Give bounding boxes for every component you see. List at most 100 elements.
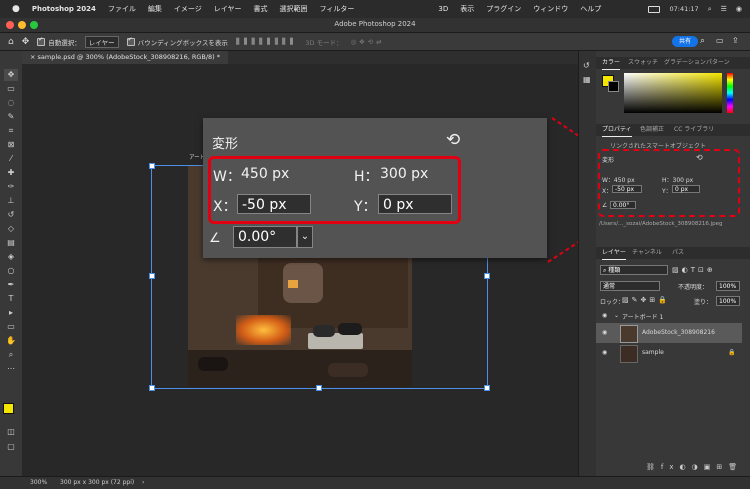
align-icons[interactable]: ⫼⫼⫼⫼⫼⫼⫼⫼ [236,37,297,47]
visibility-eye-icon[interactable]: ◉ [602,349,607,356]
hue-slider[interactable] [727,73,733,113]
menu-type[interactable]: 書式 [254,4,268,14]
tab-adjustments[interactable]: 色調補正 [640,124,664,136]
path-select-tool-icon[interactable]: ▸ [4,307,18,319]
siri-icon[interactable]: ◉ [736,5,742,13]
close-tab-icon[interactable]: × [30,53,35,61]
x-field[interactable]: -50 px [237,194,311,214]
layer-filter-select[interactable]: ⌕ 種類 [600,265,668,275]
angle-dropdown-icon[interactable]: ⌄ [297,226,313,248]
properties-x-field[interactable]: -50 px [612,185,642,193]
tab-properties[interactable]: プロパティ [602,124,632,137]
battery-icon[interactable] [648,5,661,13]
foreground-color-swatch[interactable] [3,403,14,414]
menu-view[interactable]: 表示 [460,4,474,14]
eyedropper-tool-icon[interactable]: ⁄ [4,153,18,165]
tab-cc-libraries[interactable]: CC ライブラリ [674,124,714,136]
history-brush-tool-icon[interactable]: ↺ [4,209,18,221]
menu-help[interactable]: ヘルプ [580,4,601,14]
eraser-tool-icon[interactable]: ◇ [4,223,18,235]
opacity-field[interactable]: 100% [716,281,740,291]
share-button[interactable]: 共有 [672,36,698,47]
angle-field[interactable]: 0.00° [233,226,297,248]
handle-bottom-left[interactable] [149,385,155,391]
workspace-icon[interactable]: ▭ [716,36,724,45]
menu-image[interactable]: イメージ [174,4,202,14]
app-menu[interactable]: Photoshop 2024 [32,5,96,13]
layer-filter-icons[interactable]: ▨◐T⊡⊕ [672,266,716,274]
lock-icons[interactable]: ▨✎✥⊞🔒 [622,296,670,304]
chevron-right-icon[interactable]: › [142,479,144,486]
more-tools-icon[interactable]: ⋯ [4,363,18,375]
pen-tool-icon[interactable]: ✒ [4,279,18,291]
search-icon[interactable]: ⌕ [708,5,712,14]
y-field[interactable]: 0 px [378,194,452,214]
tab-swatches[interactable]: スウォッチ [628,57,658,69]
tab-paths[interactable]: パス [672,247,684,259]
reset-transform-icon[interactable]: ⟲ [446,130,460,150]
w-value[interactable]: 450 px [241,166,289,182]
tab-gradients[interactable]: グラデーション [664,57,706,69]
tab-patterns[interactable]: パターン [706,57,730,69]
gradient-tool-icon[interactable]: ▤ [4,237,18,249]
menu-layer[interactable]: レイヤー [214,4,242,14]
layer-row-adobestock[interactable]: ◉ AdobeStock_308908216 [596,323,742,343]
frame-tool-icon[interactable]: ⊠ [4,139,18,151]
share-icon[interactable]: ⇪ [732,36,739,45]
lasso-tool-icon[interactable]: ◌ [4,97,18,109]
menu-file[interactable]: ファイル [108,4,136,14]
menu-edit[interactable]: 編集 [148,4,162,14]
type-tool-icon[interactable]: T [4,293,18,305]
fill-field[interactable]: 100% [716,296,740,306]
rectangle-tool-icon[interactable]: ▭ [4,321,18,333]
hand-tool-icon[interactable]: ✋ [4,335,18,347]
handle-middle-left[interactable] [149,273,155,279]
chevron-down-icon[interactable]: ⌄ [614,312,619,319]
menu-plugins[interactable]: プラグイン [486,4,521,14]
move-tool-preset-icon[interactable]: ✥ [22,37,30,47]
quick-mask-icon[interactable]: ◫ [4,426,18,438]
crop-tool-icon[interactable]: ⌗ [4,125,18,137]
document-info[interactable]: 300 px x 300 px (72 ppi) [60,479,134,486]
visibility-eye-icon[interactable]: ◉ [602,312,607,319]
healing-tool-icon[interactable]: ✚ [4,167,18,179]
tab-channels[interactable]: チャンネル [632,247,662,259]
menu-select[interactable]: 選択範囲 [280,4,308,14]
handle-top-left[interactable] [149,163,155,169]
properties-reset-icon[interactable]: ⟲ [696,153,703,162]
visibility-eye-icon[interactable]: ◉ [602,329,607,336]
layers-footer-icons[interactable]: ⛓fx◐◑▣⊞🗑 [646,463,743,471]
stamp-tool-icon[interactable]: ⊥ [4,195,18,207]
properties-y-field[interactable]: 0 px [672,185,700,193]
layer-row-artboard[interactable]: ◉ ⌄ アートボード 1 [596,309,742,323]
color-picker-field[interactable] [624,73,722,113]
menu-window[interactable]: ウィンドウ [533,4,568,14]
search-icon[interactable]: ⌕ [700,36,705,46]
dodge-tool-icon[interactable]: ○ [4,265,18,277]
menu-filter[interactable]: フィルター [320,4,355,14]
handle-bottom-center[interactable] [316,385,322,391]
zoom-tool-icon[interactable]: ⌕ [4,349,18,361]
control-center-icon[interactable]: ☰ [721,5,727,13]
handle-bottom-right[interactable] [484,385,490,391]
document-tab[interactable]: × sample.psd @ 300% (AdobeStock_30890821… [22,51,229,64]
properties-h[interactable]: H：300 px [662,175,693,184]
auto-select-checkbox[interactable] [37,36,46,46]
screen-mode-icon[interactable]: ▢ [4,441,18,453]
quick-select-tool-icon[interactable]: ✎ [4,111,18,123]
properties-angle-field[interactable]: 0.00° [610,201,636,209]
color-background-swatch[interactable] [608,81,619,92]
bounding-box-checkbox[interactable] [126,36,135,46]
blur-tool-icon[interactable]: ◈ [4,251,18,263]
zoom-level[interactable]: 300% [30,479,47,486]
move-tool-icon[interactable]: ✥ [4,69,18,81]
handle-middle-right[interactable] [484,273,490,279]
properties-w[interactable]: W：450 px [602,175,635,184]
layer-row-sample[interactable]: ◉ sample 🔒 [596,343,742,363]
auto-select-dropdown[interactable]: レイヤー [84,35,119,48]
apple-icon[interactable]: ● [12,4,20,14]
tab-color[interactable]: カラー [602,57,621,70]
properties-panel-icon[interactable]: ▦ [583,75,591,84]
menu-3d[interactable]: 3D [438,5,448,13]
brush-tool-icon[interactable]: ✑ [4,181,18,193]
